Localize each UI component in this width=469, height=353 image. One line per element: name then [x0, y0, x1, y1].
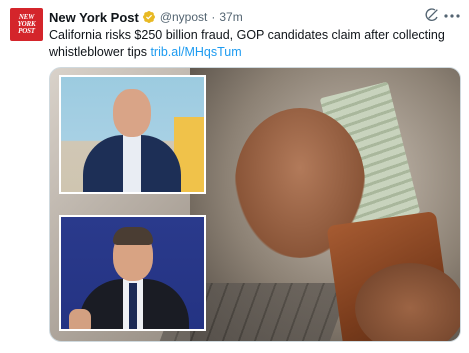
account-avatar[interactable]: NEW YORK POST	[10, 8, 43, 41]
tweet-link[interactable]: trib.al/MHqsTum	[150, 45, 241, 59]
man-in-suit-speaking-photo	[61, 217, 204, 329]
bald-man-in-suit-photo	[61, 77, 204, 192]
inset-photo-bottom	[59, 215, 206, 331]
avatar-logo-text: NEW YORK POST	[17, 13, 36, 35]
separator-dot: ·	[211, 10, 216, 24]
tweet-header: New York Post @nypost · 37m	[49, 9, 243, 25]
more-icon[interactable]	[444, 14, 460, 18]
tweet-text: California risks $250 billion fraud, GOP…	[49, 27, 461, 61]
lower-hand-shape	[355, 263, 460, 341]
timestamp[interactable]: 37m	[219, 10, 242, 24]
grok-icon[interactable]	[424, 7, 440, 23]
tweet-media[interactable]	[49, 67, 461, 342]
handle[interactable]: @nypost	[160, 10, 208, 24]
tweet-body: California risks $250 billion fraud, GOP…	[49, 28, 445, 59]
verified-gold-check-icon	[142, 11, 155, 23]
inset-photo-top	[59, 75, 206, 194]
display-name[interactable]: New York Post	[49, 10, 139, 25]
